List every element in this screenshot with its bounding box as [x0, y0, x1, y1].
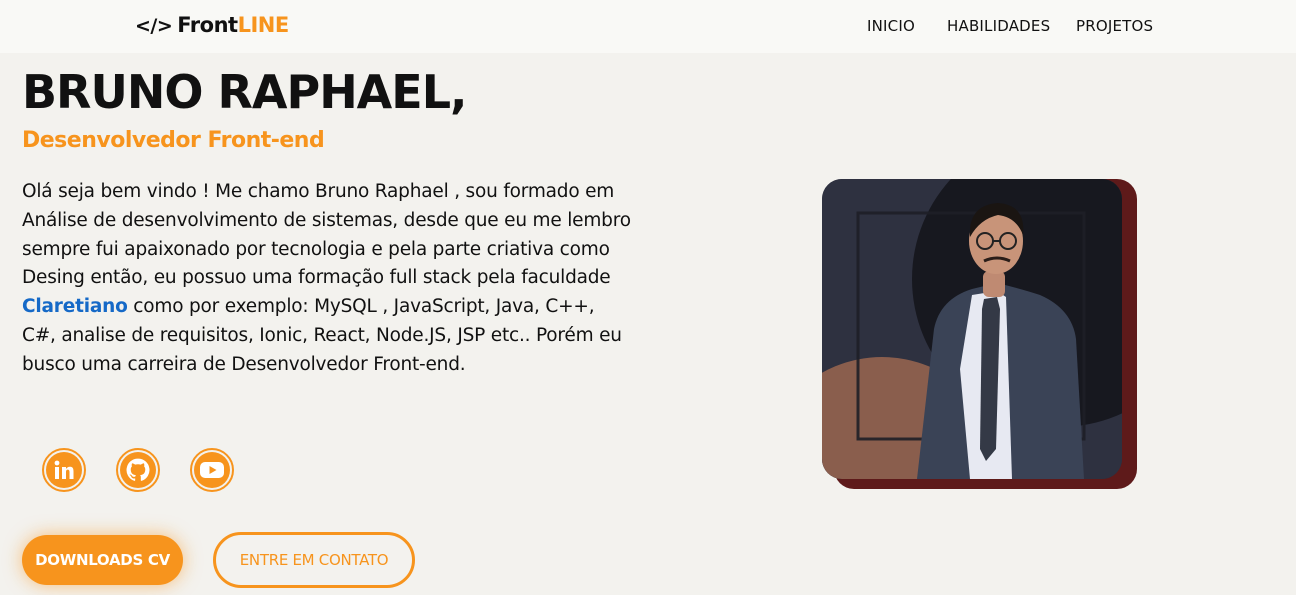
code-icon: </>: [135, 15, 173, 37]
nav-item-projetos[interactable]: PROJETOS: [1076, 17, 1153, 35]
logo-accent-text: LINE: [237, 13, 290, 37]
claretiano-link[interactable]: Claretiano: [22, 296, 128, 317]
logo[interactable]: </> FrontLINE: [135, 13, 289, 37]
github-link[interactable]: [116, 448, 160, 492]
bio-text: Olá seja bem vindo ! Me chamo Bruno Raph…: [22, 178, 632, 380]
contact-button[interactable]: ENTRE EM CONTATO: [213, 532, 415, 588]
youtube-link[interactable]: [190, 448, 234, 492]
linkedin-link[interactable]: [42, 448, 86, 492]
logo-main-text: Front: [177, 13, 238, 37]
nav-item-inicio[interactable]: INICIO: [867, 17, 915, 35]
navbar: </> FrontLINE INICIO HABILIDADES PROJETOS: [0, 0, 1296, 53]
bio-part-1: Olá seja bem vindo ! Me chamo Bruno Raph…: [22, 181, 631, 289]
hero-role: Desenvolvedor Front-end: [22, 128, 325, 153]
youtube-icon: [194, 452, 230, 488]
profile-photo: [822, 179, 1122, 479]
github-icon: [120, 452, 156, 488]
download-cv-button[interactable]: DOWNLOADS CV: [22, 535, 183, 585]
hero-name: BRUNO RAPHAEL,: [22, 65, 467, 119]
linkedin-icon: [46, 452, 82, 488]
nav-item-habilidades[interactable]: HABILIDADES: [947, 17, 1050, 35]
